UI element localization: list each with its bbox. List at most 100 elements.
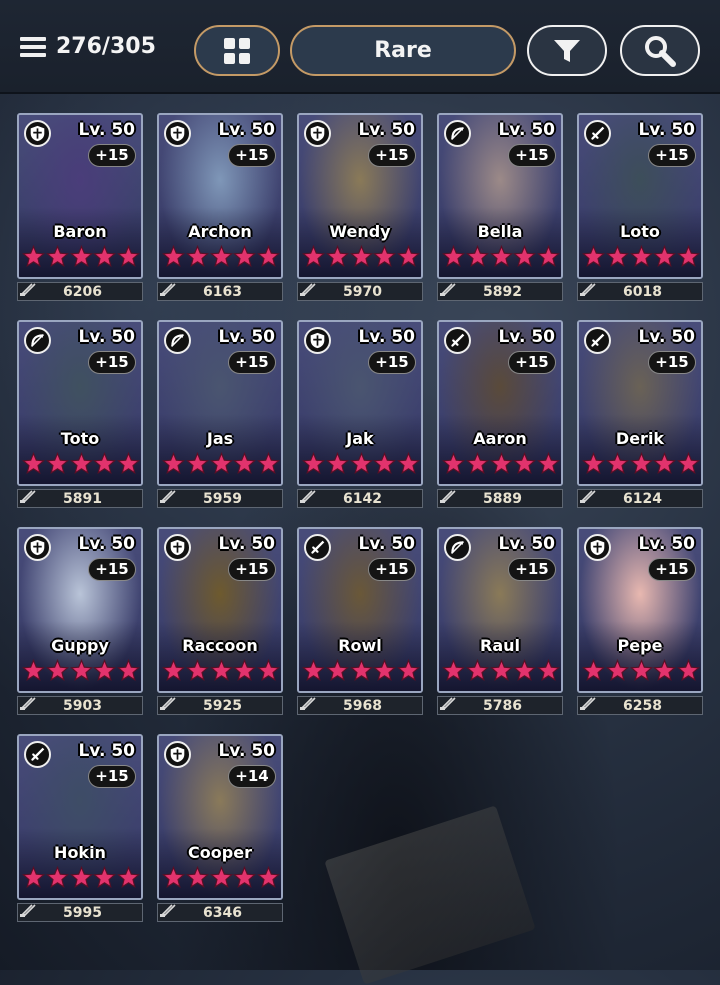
hero-portrait: Lv. 50 +15 Aaron	[437, 320, 563, 486]
hero-level: Lv. 50	[78, 327, 135, 347]
hero-name: Archon	[188, 222, 252, 241]
hero-level: Lv. 50	[498, 534, 555, 554]
star-icon	[537, 451, 560, 479]
hero-enhance: +15	[228, 558, 276, 581]
top-bar: 276/305 Rare	[0, 0, 720, 94]
hero-enhance: +15	[508, 144, 556, 167]
power-icon	[18, 282, 37, 301]
star-icon	[605, 244, 629, 272]
power-icon	[18, 489, 37, 508]
star-icon	[209, 658, 233, 686]
hero-card-loto[interactable]: Lv. 50 +15 Loto 6018	[577, 113, 703, 303]
hero-enhance: +15	[368, 351, 416, 374]
hero-portrait: Lv. 50 +15 Jas	[157, 320, 283, 486]
hero-card-baron[interactable]: Lv. 50 +15 Baron 6206	[17, 113, 143, 303]
hero-enhance: +15	[228, 144, 276, 167]
power-icon	[158, 903, 177, 922]
star-icon	[677, 244, 700, 272]
hero-card-derik[interactable]: Lv. 50 +15 Derik 6124	[577, 320, 703, 510]
star-icon	[489, 658, 513, 686]
star-icon	[69, 244, 93, 272]
hero-power-value: 5995	[63, 904, 102, 921]
shield-icon	[584, 534, 611, 561]
shield-icon	[164, 741, 191, 768]
hero-card-guppy[interactable]: Lv. 50 +15 Guppy 5903	[17, 527, 143, 717]
hero-name: Pepe	[617, 636, 663, 655]
star-icon	[117, 865, 140, 893]
star-icon	[582, 658, 605, 686]
power-icon	[438, 489, 457, 508]
search-button[interactable]	[620, 25, 700, 76]
star-icon	[185, 658, 209, 686]
hero-card-aaron[interactable]: Lv. 50 +15 Aaron 5889	[437, 320, 563, 510]
hero-name: Raccoon	[182, 636, 258, 655]
menu-icon[interactable]	[20, 36, 46, 57]
star-icon	[117, 658, 140, 686]
hero-enhance: +15	[648, 144, 696, 167]
hero-card-archon[interactable]: Lv. 50 +15 Archon 6163	[157, 113, 283, 303]
star-icon	[233, 244, 257, 272]
star-icon	[93, 244, 117, 272]
grid-view-button[interactable]	[194, 25, 280, 76]
hero-card-wendy[interactable]: Lv. 50 +15 Wendy 5970	[297, 113, 423, 303]
power-icon	[158, 489, 177, 508]
hero-enhance: +15	[508, 558, 556, 581]
star-icon	[653, 658, 677, 686]
hero-card-pepe[interactable]: Lv. 50 +15 Pepe 6258	[577, 527, 703, 717]
hero-level: Lv. 50	[218, 327, 275, 347]
hero-power-value: 6346	[203, 904, 242, 921]
hero-power-value: 6124	[623, 490, 662, 507]
hero-card-cooper[interactable]: Lv. 50 +14 Cooper 6346	[157, 734, 283, 924]
power-icon	[438, 282, 457, 301]
hero-portrait: Lv. 50 +15 Jak	[297, 320, 423, 486]
hero-card-jas[interactable]: Lv. 50 +15 Jas 5959	[157, 320, 283, 510]
hero-card-raccoon[interactable]: Lv. 50 +15 Raccoon 5925	[157, 527, 283, 717]
power-icon	[578, 696, 597, 715]
hero-power: 6142	[297, 489, 423, 508]
star-icon	[93, 865, 117, 893]
star-icon	[209, 244, 233, 272]
star-icon	[257, 865, 280, 893]
rarity-sort-button[interactable]: Rare	[290, 25, 516, 76]
hero-portrait: Lv. 50 +15 Archon	[157, 113, 283, 279]
hero-card-toto[interactable]: Lv. 50 +15 Toto 5891	[17, 320, 143, 510]
hero-card-hokin[interactable]: Lv. 50 +15 Hokin 5995	[17, 734, 143, 924]
hero-power-value: 5925	[203, 697, 242, 714]
hero-level: Lv. 50	[78, 534, 135, 554]
hero-card-raul[interactable]: Lv. 50 +15 Raul 5786	[437, 527, 563, 717]
hero-name: Loto	[620, 222, 660, 241]
hero-name: Derik	[615, 429, 665, 448]
star-icon	[373, 244, 397, 272]
star-icon	[373, 451, 397, 479]
hero-enhance: +15	[228, 351, 276, 374]
star-icon	[442, 451, 465, 479]
hero-power: 5968	[297, 696, 423, 715]
star-icon	[209, 865, 233, 893]
power-icon	[158, 696, 177, 715]
hero-name: Baron	[53, 222, 107, 241]
star-icon	[465, 658, 489, 686]
filter-button[interactable]	[527, 25, 607, 76]
hero-power: 5889	[437, 489, 563, 508]
hero-portrait: Lv. 50 +15 Bella	[437, 113, 563, 279]
hero-name: Raul	[480, 636, 520, 655]
hero-level: Lv. 50	[218, 120, 275, 140]
hero-name: Jak	[346, 429, 374, 448]
star-icon	[629, 451, 653, 479]
hero-level: Lv. 50	[78, 120, 135, 140]
hero-card-jak[interactable]: Lv. 50 +15 Jak 6142	[297, 320, 423, 510]
star-icon	[677, 658, 700, 686]
star-icon	[653, 451, 677, 479]
hero-card-rowl[interactable]: Lv. 50 +15 Rowl 5968	[297, 527, 423, 717]
hero-card-bella[interactable]: Lv. 50 +15 Bella 5892	[437, 113, 563, 303]
hero-power-value: 5959	[203, 490, 242, 507]
sword-icon	[444, 327, 471, 354]
star-icon	[513, 451, 537, 479]
hero-power: 5903	[17, 696, 143, 715]
hero-portrait: Lv. 50 +15 Toto	[17, 320, 143, 486]
hero-power: 5925	[157, 696, 283, 715]
shield-icon	[164, 534, 191, 561]
hero-stars	[582, 658, 700, 686]
hero-stars	[302, 658, 420, 686]
hero-name: Wendy	[329, 222, 391, 241]
